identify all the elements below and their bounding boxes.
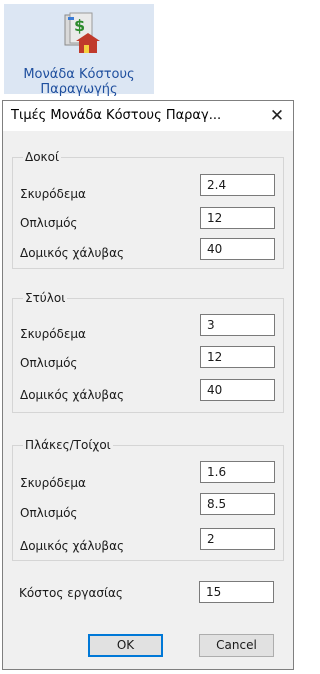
dialog-title: Τιμές Μονάδα Κόστους Παραγ... xyxy=(11,108,222,123)
labor-cost-field[interactable]: 15 xyxy=(199,581,274,603)
slabs-rebar-label: Οπλισμός xyxy=(20,506,78,520)
columns-rebar-field[interactable]: 12 xyxy=(200,346,275,368)
beams-concrete-field[interactable]: 2.4 xyxy=(200,174,275,196)
beams-steel-label: Δομικός χάλυβας xyxy=(20,246,125,260)
ribbon-button-label: Μονάδα Κόστους Παραγωγής xyxy=(23,67,135,97)
money-house-icon: $ xyxy=(64,12,100,53)
columns-steel-label: Δομικός χάλυβας xyxy=(20,388,125,402)
slabs-steel-field[interactable]: 2 xyxy=(200,528,275,550)
group-title-columns: Στύλοι xyxy=(23,291,68,305)
columns-steel-field[interactable]: 40 xyxy=(200,379,275,401)
columns-rebar-label: Οπλισμός xyxy=(20,356,78,370)
beams-rebar-label: Οπλισμός xyxy=(20,216,78,230)
slabs-steel-label: Δομικός χάλυβας xyxy=(20,539,125,553)
dialog-titlebar: Τιμές Μονάδα Κόστους Παραγ... ✕ xyxy=(3,101,293,131)
svg-text:$: $ xyxy=(74,16,85,35)
ok-button[interactable]: OK xyxy=(88,634,163,657)
slabs-rebar-field[interactable]: 8.5 xyxy=(200,493,275,515)
beams-steel-field[interactable]: 40 xyxy=(200,238,275,260)
group-columns: Στύλοι Σκυρόδεμα 3 Οπλισμός 12 Δομικός χ… xyxy=(12,291,284,413)
beams-concrete-label: Σκυρόδεμα xyxy=(20,187,86,201)
columns-concrete-field[interactable]: 3 xyxy=(200,314,275,336)
columns-concrete-label: Σκυρόδεμα xyxy=(20,327,86,341)
close-icon[interactable]: ✕ xyxy=(267,106,287,126)
group-title-slabs-walls: Πλάκες/Τοίχοι xyxy=(23,438,113,452)
beams-rebar-field[interactable]: 12 xyxy=(200,207,275,229)
cost-values-dialog: Τιμές Μονάδα Κόστους Παραγ... ✕ Δοκοί Σκ… xyxy=(2,100,294,670)
slabs-concrete-label: Σκυρόδεμα xyxy=(20,476,86,490)
group-beams: Δοκοί Σκυρόδεμα 2.4 Οπλισμός 12 Δομικός … xyxy=(12,150,284,269)
cancel-button[interactable]: Cancel xyxy=(199,634,274,657)
labor-cost-label: Κόστος εργασίας xyxy=(19,586,123,600)
group-title-beams: Δοκοί xyxy=(23,150,62,164)
group-slabs-walls: Πλάκες/Τοίχοι Σκυρόδεμα 1.6 Οπλισμός 8.5… xyxy=(12,438,284,561)
production-cost-ribbon-button[interactable]: $ Μονάδα Κόστους Παραγωγής xyxy=(4,4,154,97)
slabs-concrete-field[interactable]: 1.6 xyxy=(200,461,275,483)
